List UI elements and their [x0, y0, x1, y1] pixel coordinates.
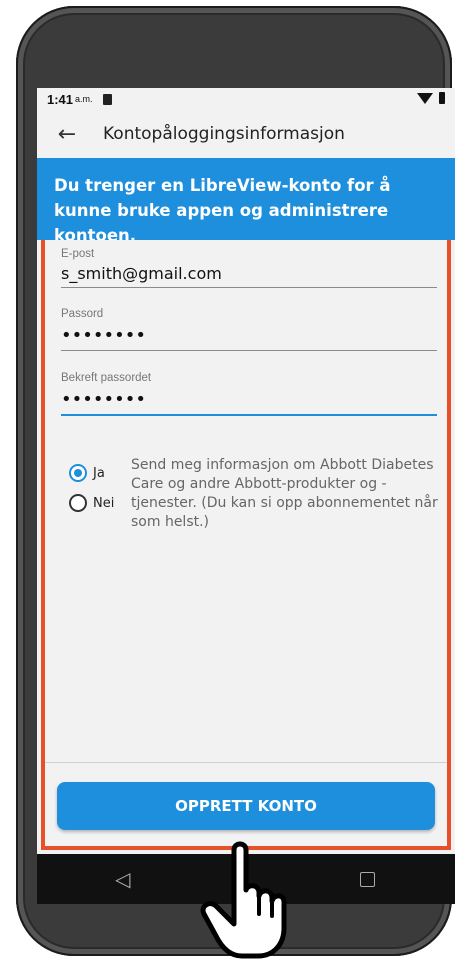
divider	[45, 762, 447, 763]
email-label: E-post	[61, 248, 95, 260]
email-underline	[61, 287, 437, 288]
email-input[interactable]: s_smith@gmail.com	[61, 264, 437, 283]
hand-pointer-icon	[200, 841, 287, 959]
battery-icon	[439, 92, 445, 104]
info-banner: Du trenger en LibreView-konto for å kunn…	[37, 158, 455, 245]
email-field[interactable]: E-post s_smith@gmail.com	[61, 248, 437, 288]
consent-radio-group: Ja Nei	[69, 460, 114, 516]
wifi-icon	[417, 92, 433, 104]
create-account-button[interactable]: OPPRETT KONTO	[57, 782, 435, 830]
confirm-password-field[interactable]: Bekreft passordet ••••••••	[61, 372, 437, 416]
status-ampm: a.m.	[75, 94, 93, 104]
account-form: E-post s_smith@gmail.com Passord •••••••…	[41, 240, 451, 850]
arrow-left-icon[interactable]: ←	[45, 122, 89, 147]
sim-card-icon	[102, 93, 112, 105]
screen: 1:41 a.m. ← Kontopåloggingsinformasjon D…	[37, 88, 455, 904]
password-label: Passord	[61, 308, 104, 320]
password-field[interactable]: Passord ••••••••	[61, 308, 437, 351]
consent-option-no[interactable]: Nei	[69, 490, 114, 516]
confirm-password-label: Bekreft passordet	[61, 372, 152, 384]
password-input[interactable]: ••••••••	[61, 327, 437, 345]
radio-yes[interactable]	[69, 464, 87, 482]
status-icons	[417, 92, 445, 104]
nav-recents-icon[interactable]	[360, 871, 375, 887]
consent-option-yes[interactable]: Ja	[69, 460, 114, 486]
status-time: 1:41	[47, 91, 74, 107]
app-bar: ← Kontopåloggingsinformasjon	[37, 110, 455, 158]
consent-text: Send meg informasjon om Abbott Diabetes …	[131, 457, 438, 530]
radio-no-label[interactable]: Nei	[93, 496, 114, 511]
confirm-password-input[interactable]: ••••••••	[61, 391, 437, 409]
confirm-password-underline	[61, 414, 437, 416]
nav-back-icon[interactable]: ◁	[115, 867, 130, 891]
password-underline	[61, 350, 437, 351]
status-bar: 1:41 a.m.	[37, 88, 455, 110]
page-title: Kontopåloggingsinformasjon	[103, 124, 345, 144]
radio-yes-label[interactable]: Ja	[93, 466, 105, 481]
radio-no[interactable]	[69, 494, 87, 512]
